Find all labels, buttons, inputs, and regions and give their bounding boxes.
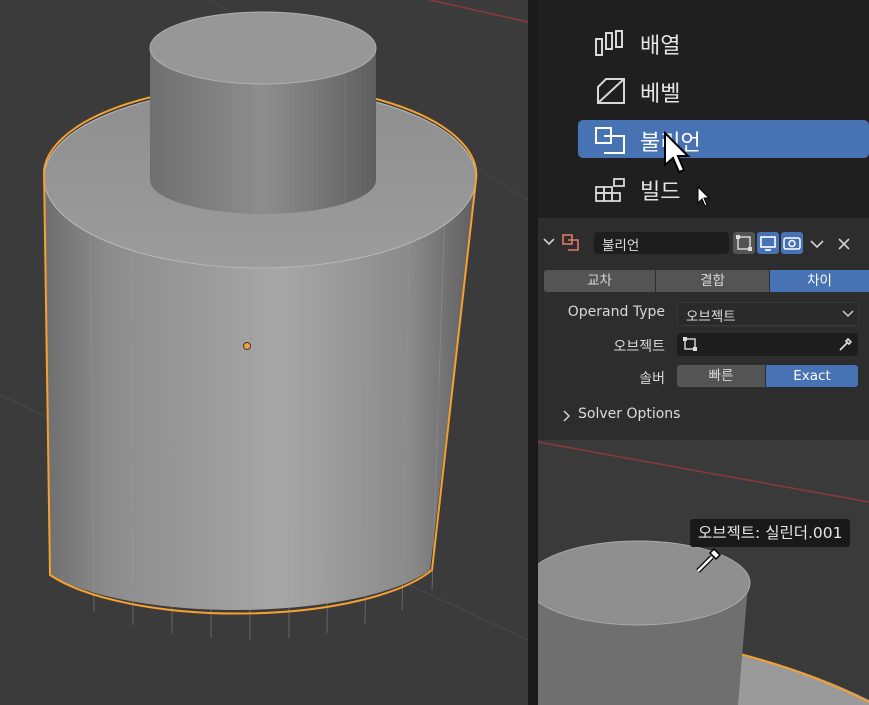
menu-item-label: 빌드 — [640, 180, 681, 205]
3d-viewport[interactable] — [0, 0, 528, 705]
eyedropper-icon[interactable] — [838, 336, 854, 356]
menu-item-bevel[interactable]: 베벨 — [578, 71, 869, 109]
menu-item-boolean[interactable]: 불리언 — [578, 120, 869, 158]
operation-intersect-button[interactable]: 교차 — [544, 270, 655, 292]
operand-type-dropdown[interactable]: 오브젝트 — [677, 302, 859, 326]
menu-item-label: 베벨 — [640, 82, 681, 107]
object-icon — [682, 336, 698, 356]
collapse-chevron-icon[interactable] — [542, 234, 556, 248]
small-cylinder — [149, 11, 377, 214]
eyedropper-cursor-icon — [696, 547, 722, 573]
menu-item-array[interactable]: 배열 — [578, 23, 869, 61]
area-divider[interactable] — [528, 0, 538, 705]
modifier-name-field[interactable]: 불리언 — [594, 232, 729, 254]
modifier-menu-chevron-icon[interactable] — [809, 236, 825, 252]
modifier-properties-panel: 불리언 교차 결합 차이 Operand Type 오브젝트 오브젝트 솔버 빠 — [538, 218, 869, 440]
mouse-cursor-icon — [664, 131, 691, 174]
realtime-display-toggle-icon[interactable] — [757, 232, 779, 254]
solver-exact-button[interactable]: Exact — [766, 365, 858, 387]
origin-point — [243, 342, 251, 350]
operand-type-label: Operand Type — [567, 304, 665, 320]
modifier-name-text: 불리언 — [602, 238, 640, 254]
boolean-modifier-icon — [562, 234, 580, 252]
add-modifier-menu: 배열 베벨 불리언 빌드 — [538, 0, 869, 218]
bevel-icon — [597, 78, 625, 104]
edit-mode-toggle-icon[interactable] — [733, 232, 755, 254]
operand-type-value: 오브젝트 — [686, 309, 736, 325]
object-label: 오브젝트 — [613, 339, 665, 355]
operation-union-button[interactable]: 결합 — [656, 270, 769, 292]
operation-difference-button[interactable]: 차이 — [770, 270, 869, 292]
solver-options-subpanel[interactable]: Solver Options — [578, 406, 680, 422]
menu-item-label: 배열 — [640, 34, 681, 59]
expand-chevron-icon[interactable] — [562, 407, 572, 426]
menu-item-build[interactable]: 빌드 — [578, 169, 869, 207]
render-toggle-camera-icon[interactable] — [781, 232, 803, 254]
build-icon — [595, 178, 625, 202]
solver-fast-button[interactable]: 빠른 — [677, 365, 765, 387]
mouse-cursor-icon — [697, 186, 711, 207]
array-icon — [595, 30, 623, 56]
solver-label: 솔버 — [639, 371, 665, 387]
object-field[interactable] — [677, 333, 858, 356]
dropdown-chevron-icon — [842, 310, 854, 318]
remove-modifier-close-icon[interactable] — [837, 236, 851, 250]
boolean-icon — [595, 127, 625, 154]
